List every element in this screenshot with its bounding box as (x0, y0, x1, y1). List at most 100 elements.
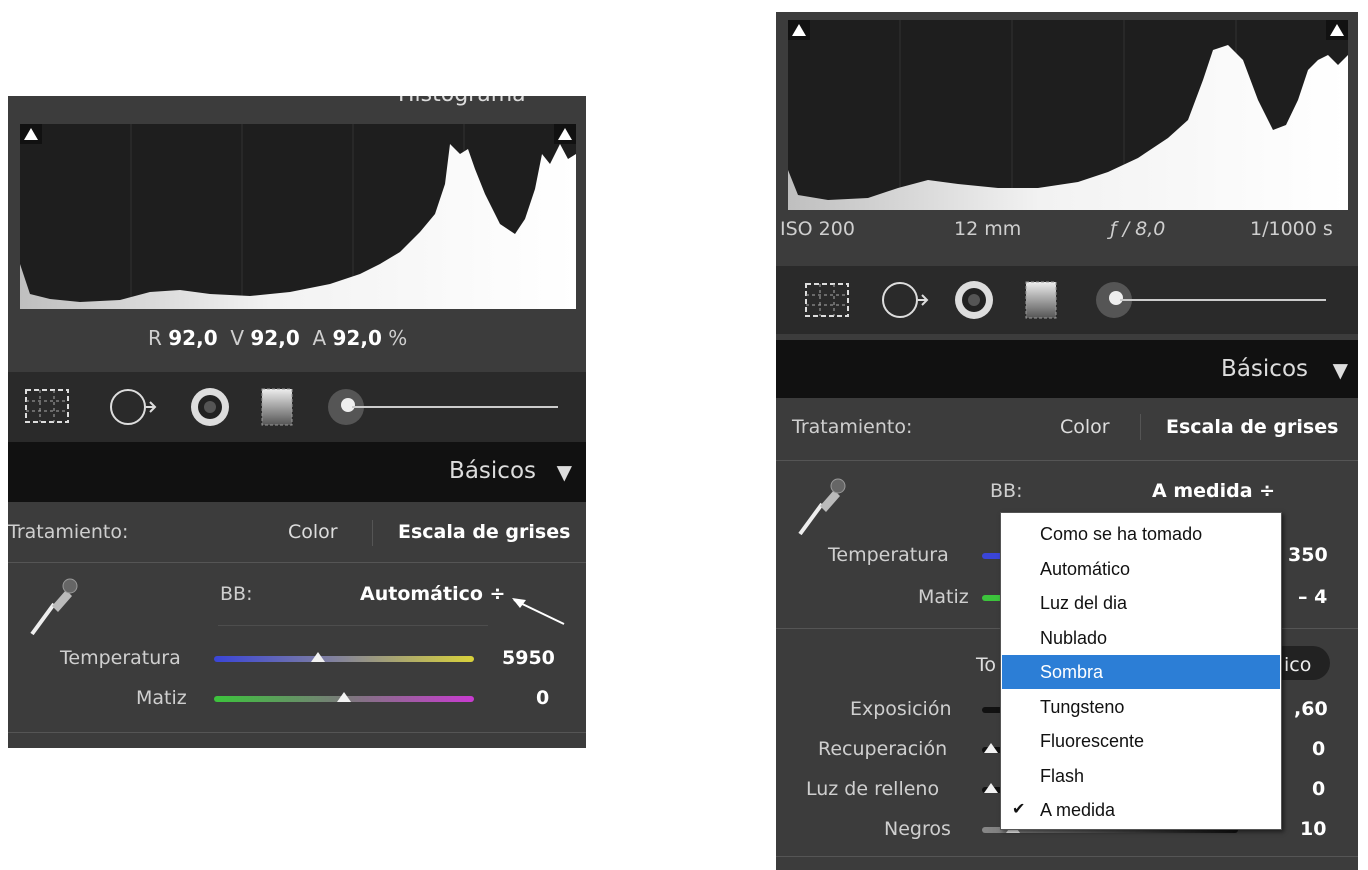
histogram-right (788, 20, 1348, 210)
tool-strip (8, 372, 586, 442)
treatment-separator (372, 520, 373, 546)
wb-dropdown[interactable]: Automático ÷ (360, 583, 505, 605)
collapse-triangle-icon[interactable]: ▼ (557, 460, 572, 484)
treatment-color-option[interactable]: Color (1060, 416, 1110, 438)
shadow-clipping-toggle[interactable] (788, 20, 810, 40)
graduated-filter-icon[interactable] (254, 385, 300, 429)
auto-tone-partial[interactable]: ico (1284, 654, 1311, 676)
divider (8, 732, 586, 733)
white-balance-eyedropper-icon[interactable] (22, 568, 82, 644)
wb-menu-item-label: Automático (1040, 558, 1131, 579)
wb-menu-item[interactable]: Luz del dia (1002, 586, 1280, 620)
red-eye-icon[interactable] (188, 385, 232, 429)
v-value: 92,0 (250, 326, 300, 350)
wb-menu-item[interactable]: Fluorescente (1002, 724, 1280, 758)
adjustment-brush-icon[interactable] (1094, 278, 1334, 322)
exif-shutter: 1/1000 s (1250, 218, 1333, 240)
histogram-graph (788, 20, 1348, 210)
wb-menu-item-label: Flash (1040, 765, 1085, 786)
spot-removal-icon[interactable] (108, 385, 158, 429)
graduated-filter-icon[interactable] (1018, 278, 1064, 322)
temperature-label: Temperatura (60, 647, 181, 669)
wb-menu-item[interactable]: Nublado (1002, 621, 1280, 655)
recovery-label: Recuperación (818, 738, 948, 760)
histogram-header-partial: Histograma (398, 96, 526, 107)
checkmark-icon: ✔ (1012, 801, 1026, 818)
wb-menu-item-label: Fluorescente (1040, 731, 1145, 751)
tint-label: Matiz (918, 586, 969, 608)
tint-label: Matiz (136, 687, 187, 709)
crop-tool-icon[interactable] (802, 280, 852, 320)
treatment-label: Tratamiento: (792, 416, 913, 438)
exposure-value-partial[interactable]: ,60 (1294, 698, 1328, 720)
temperature-slider[interactable] (214, 656, 474, 662)
wb-menu-item-label: A medida (1040, 800, 1116, 820)
exif-focal-length: 12 mm (954, 218, 1022, 240)
wb-menu-item-label: Tungsteno (1040, 696, 1125, 717)
exif-iso: ISO 200 (780, 218, 855, 240)
temperature-value-partial[interactable]: 350 (1288, 544, 1328, 566)
wb-underline (218, 625, 488, 626)
wb-menu-item[interactable]: Automático (1002, 552, 1280, 586)
a-label: A (312, 326, 327, 350)
white-balance-eyedropper-icon[interactable] (790, 468, 850, 544)
wb-menu-item-label: Sombra (1040, 662, 1104, 682)
spot-removal-icon[interactable] (880, 278, 930, 322)
divider (776, 460, 1358, 461)
tint-value-partial[interactable]: – 4 (1298, 586, 1327, 608)
v-label: V (230, 326, 245, 350)
wb-dropdown-menu: Como se ha tomado Automático Luz del dia Nu… (1000, 512, 1282, 830)
blacks-label: Negros (884, 818, 951, 840)
r-label: R (148, 326, 162, 350)
shadow-clipping-toggle[interactable] (20, 124, 42, 144)
wb-menu-item[interactable]: ✔ A medida (1002, 793, 1280, 827)
tone-label-partial: To (976, 654, 997, 676)
wb-menu-item[interactable]: Tungsteno (1002, 690, 1280, 724)
highlight-clipping-toggle[interactable] (1326, 20, 1348, 40)
rgb-readout: R 92,0 V 92,0 A 92,0 % (148, 326, 407, 350)
wb-menu-item[interactable]: Como se ha tomado (1002, 517, 1280, 551)
temperature-value[interactable]: 5950 (502, 647, 555, 669)
right-develop-panel: ISO 200 12 mm ƒ / 8,0 1/1000 s Básicos ▼… (776, 12, 1358, 870)
percent-unit: % (388, 326, 408, 350)
adjustment-brush-icon[interactable] (326, 385, 566, 429)
temperature-label: Temperatura (828, 544, 949, 566)
fill-light-slider-thumb[interactable] (984, 783, 998, 793)
basic-section-header[interactable]: Básicos ▼ (776, 340, 1358, 398)
crop-tool-icon[interactable] (22, 386, 72, 426)
wb-dropdown[interactable]: A medida ÷ (1152, 480, 1275, 502)
a-value: 92,0 (332, 326, 382, 350)
wb-label: BB: (990, 480, 1023, 502)
exif-aperture: ƒ / 8,0 (1110, 218, 1166, 240)
section-title: Básicos (449, 458, 536, 484)
divider (8, 562, 586, 563)
blacks-value[interactable]: 10 (1300, 818, 1326, 840)
temperature-slider-thumb[interactable] (311, 652, 325, 662)
wb-menu-item[interactable]: Flash (1002, 759, 1280, 793)
annotation-arrow (512, 598, 565, 625)
basic-section-header[interactable]: Básicos ▼ (8, 442, 586, 502)
fill-light-label: Luz de relleno (806, 778, 940, 800)
fill-light-value[interactable]: 0 (1312, 778, 1325, 800)
wb-menu-item-label: Como se ha tomado (1040, 524, 1203, 544)
clipping-triangle-icon (1330, 24, 1344, 36)
recovery-value[interactable]: 0 (1312, 738, 1325, 760)
divider (776, 856, 1358, 857)
exposure-label: Exposición (850, 698, 952, 720)
histogram-left (20, 124, 576, 309)
highlight-clipping-toggle[interactable] (554, 124, 576, 144)
recovery-slider-thumb[interactable] (984, 743, 998, 753)
treatment-grayscale-option[interactable]: Escala de grises (398, 521, 570, 543)
collapse-triangle-icon[interactable]: ▼ (1333, 358, 1348, 382)
treatment-grayscale-option[interactable]: Escala de grises (1166, 416, 1338, 438)
tint-slider-thumb[interactable] (337, 692, 351, 702)
clipping-triangle-icon (558, 128, 572, 140)
histogram-graph (20, 124, 576, 309)
treatment-color-option[interactable]: Color (288, 521, 338, 543)
tint-value[interactable]: 0 (536, 687, 549, 709)
section-title: Básicos (1221, 356, 1308, 382)
clipping-triangle-icon (24, 128, 38, 140)
tool-strip (776, 266, 1358, 334)
red-eye-icon[interactable] (952, 278, 996, 322)
wb-menu-item[interactable]: Sombra (1002, 655, 1280, 689)
